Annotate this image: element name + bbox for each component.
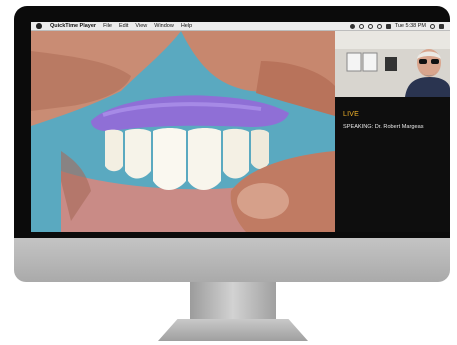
menu-clock[interactable]: Tue 5:38 PM (395, 23, 426, 29)
imac-monitor: QuickTime Player File Edit View Window H… (14, 6, 450, 238)
screen: QuickTime Player File Edit View Window H… (31, 22, 450, 232)
menu-edit[interactable]: Edit (119, 23, 128, 29)
menu-window[interactable]: Window (154, 23, 174, 29)
menu-help[interactable]: Help (181, 23, 192, 29)
monitor-stand-neck (190, 282, 276, 322)
notification-center-icon[interactable] (439, 23, 444, 29)
monitor-stand-base (158, 319, 308, 341)
spotlight-search-icon[interactable] (430, 23, 435, 29)
menu-file[interactable]: File (103, 23, 112, 29)
menu-app-name[interactable]: QuickTime Player (50, 23, 96, 29)
record-status-icon[interactable] (349, 23, 355, 29)
wifi-icon[interactable] (376, 23, 382, 29)
time-machine-icon[interactable] (358, 23, 364, 29)
live-info-panel: LIVE SPEAKING: Dr. Robert Margeas (335, 31, 450, 232)
battery-icon[interactable] (385, 23, 391, 29)
presenter-camera-feed (335, 31, 450, 97)
dental-procedure-video-frame (31, 31, 335, 232)
apple-logo-icon[interactable] (36, 23, 42, 29)
monitor-chin (14, 238, 450, 282)
live-status-label: LIVE (343, 111, 359, 118)
presenter-webcam-image (335, 31, 450, 97)
speaker-name-label: SPEAKING: Dr. Robert Margeas (343, 124, 424, 130)
menu-view[interactable]: View (135, 23, 147, 29)
bluetooth-icon[interactable] (367, 23, 373, 29)
video-player[interactable] (31, 31, 335, 232)
mac-menu-bar: QuickTime Player File Edit View Window H… (31, 22, 450, 31)
menu-extras: Tue 5:38 PM (349, 23, 450, 29)
